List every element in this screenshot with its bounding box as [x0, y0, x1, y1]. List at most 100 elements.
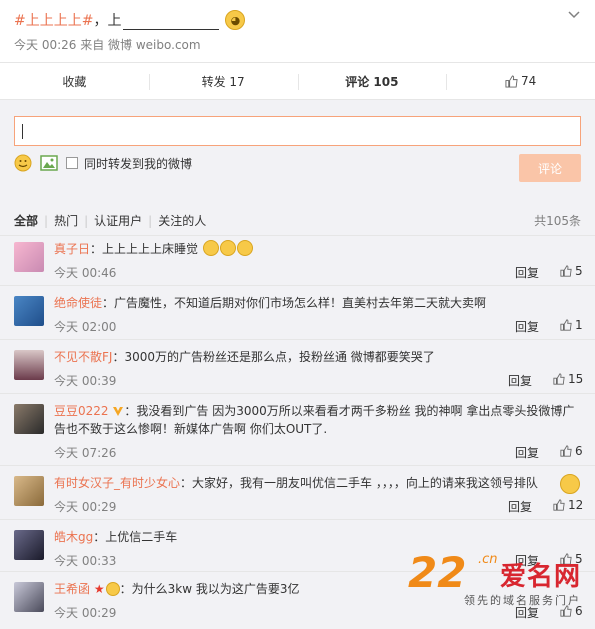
comment-content: ：为什么3kw 我以为这广告要3亿	[119, 582, 300, 596]
reply-button[interactable]: 回复	[508, 498, 532, 515]
comment-time: 今天 00:46	[54, 266, 117, 280]
comment-content: ：3000万的广告粉丝还是那么点，投粉丝通 微博都要笑哭了	[112, 350, 435, 364]
avatar[interactable]	[14, 530, 44, 560]
filter-verified[interactable]: 认证用户	[94, 212, 142, 229]
crying-emoji-icon	[219, 240, 236, 256]
post-source[interactable]: 来自 微博 weibo.com	[80, 38, 200, 52]
favorite-button[interactable]: 收藏	[0, 63, 149, 99]
watermark-number: 22	[408, 548, 467, 597]
avatar[interactable]	[14, 350, 44, 380]
comment-like-button[interactable]: 1	[560, 318, 583, 332]
filter-following[interactable]: 关注的人	[158, 212, 206, 229]
divider: |	[44, 213, 49, 228]
comment-time: 今天 00:29	[54, 500, 117, 514]
comment-like-count: 1	[575, 318, 583, 332]
comment-time: 今天 00:33	[54, 554, 117, 568]
post-meta: 今天 00:26 来自 微博 weibo.com	[14, 36, 581, 53]
vip-badge-icon	[113, 407, 124, 416]
reply-button[interactable]: 回复	[515, 318, 539, 335]
thumbs-up-icon	[560, 319, 572, 331]
post-time: 今天 00:26	[14, 38, 77, 52]
comment-like-count: 6	[575, 444, 583, 458]
filter-all[interactable]: 全部	[14, 212, 38, 229]
comment-text: 豆豆0222 ：我没看到广告 因为3000万所以来看看才两千多粉丝 我的神啊 拿…	[54, 402, 581, 438]
smile-emoji-icon	[560, 474, 580, 494]
action-bar: 收藏 转发 17 评论 105 74	[0, 62, 595, 100]
commenter-name[interactable]: 豆豆0222	[54, 404, 109, 418]
image-icon[interactable]	[40, 154, 58, 172]
watermark-cn: .cn	[478, 552, 498, 567]
divider: |	[148, 213, 153, 228]
repost-button[interactable]: 转发 17	[148, 63, 298, 99]
reply-button[interactable]: 回复	[508, 372, 532, 389]
watermark-name: 爱名网	[500, 562, 582, 592]
avatar[interactable]	[14, 582, 44, 612]
thumbs-up-icon	[553, 499, 565, 511]
avatar[interactable]	[14, 242, 44, 272]
list-item: 不见不散FJ：3000万的广告粉丝还是那么点，投粉丝通 微博都要笑哭了 今天 0…	[0, 340, 595, 394]
comment-text: 绝命使徒：广告魔性，不知道后期对你们市场怎么样！直美村去年第二天就大卖啊	[54, 294, 581, 312]
submit-comment-button[interactable]: 评论	[519, 154, 581, 182]
favorite-label: 收藏	[62, 74, 87, 89]
cat-badge-icon	[105, 582, 120, 596]
text-caret	[22, 124, 23, 139]
commenter-name[interactable]: 王希函	[54, 582, 90, 596]
comment-like-button[interactable]: 15	[553, 372, 583, 386]
list-item: 绝命使徒：广告魔性，不知道后期对你们市场怎么样！直美村去年第二天就大卖啊 今天 …	[0, 286, 595, 340]
list-item: 真子日：上上上上上床睡觉 今天 00:46 回复 5	[0, 236, 595, 286]
comment-filter-bar: 全部 | 热门 | 认证用户 | 关注的人 共105条	[0, 200, 595, 236]
commenter-name[interactable]: 皓木gg	[54, 530, 93, 544]
comment-like-button[interactable]: 12	[553, 498, 583, 512]
comment-time: 今天 00:29	[54, 606, 117, 620]
comment-composer: 同时转发到我的微博 评论	[0, 100, 595, 200]
comment-content: ：上上上上上床睡觉	[90, 242, 199, 256]
repost-label: 转发 17	[201, 74, 245, 89]
thumbs-up-icon	[560, 445, 572, 457]
thumbs-up-icon	[560, 265, 572, 277]
filter-hot[interactable]: 热门	[54, 212, 78, 229]
comment-content: ：上优信二手车	[93, 530, 178, 544]
thumbs-up-icon	[505, 74, 518, 88]
avatar[interactable]	[14, 296, 44, 326]
post-text: ，上	[93, 13, 122, 29]
filter-tabs: 全部 | 热门 | 认证用户 | 关注的人	[14, 212, 206, 229]
comment-like-count: 5	[575, 264, 583, 278]
commenter-name[interactable]: 有时女汉子_有时少女心	[54, 476, 180, 490]
comment-text: 真子日：上上上上上床睡觉	[54, 240, 581, 258]
reply-button[interactable]: 回复	[515, 264, 539, 281]
commenter-name[interactable]: 绝命使徒	[54, 296, 102, 310]
repost-checkbox[interactable]	[66, 157, 78, 169]
thumbs-up-icon	[553, 373, 565, 385]
comment-time: 今天 02:00	[54, 320, 117, 334]
comment-like-count: 12	[568, 498, 584, 512]
comment-like-button[interactable]: 6	[560, 444, 583, 458]
commenter-name[interactable]: 不见不散FJ	[54, 350, 112, 364]
comment-content: ：大家好，我有一朋友叫优信二手车 ，，，，向上的请来我这领号排队	[180, 476, 538, 490]
avatar[interactable]	[14, 404, 44, 434]
reply-button[interactable]: 回复	[515, 444, 539, 461]
topic-link[interactable]: #上上上上#	[14, 10, 93, 30]
like-button[interactable]: 74	[446, 63, 595, 99]
comment-text: 不见不散FJ：3000万的广告粉丝还是那么点，投粉丝通 微博都要笑哭了	[54, 348, 581, 366]
post-header: #上上上上# ，上 ◕ 今天 00:26 来自 微博 weibo.com	[0, 0, 595, 60]
cat-emoji-icon: ◕	[225, 10, 246, 30]
comment-label: 评论 105	[345, 74, 399, 89]
repost-checkbox-label: 同时转发到我的微博	[84, 156, 193, 171]
watermark-logo: 22 .cn 爱名网 领先的域名服务门户	[404, 548, 590, 614]
composer-tools: 同时转发到我的微博	[14, 154, 192, 172]
comment-input[interactable]	[14, 116, 581, 146]
list-item: 豆豆0222 ：我没看到广告 因为3000万所以来看看才两千多粉丝 我的神啊 拿…	[0, 394, 595, 466]
chevron-down-icon[interactable]	[567, 8, 581, 22]
post-text-line: #上上上上# ，上 ◕	[14, 6, 581, 30]
comment-time: 今天 00:39	[54, 374, 117, 388]
watermark-slogan: 领先的域名服务门户	[464, 594, 581, 607]
crying-emoji-icon	[202, 240, 219, 256]
comment-like-button[interactable]: 5	[560, 264, 583, 278]
comment-text: 有时女汉子_有时少女心：大家好，我有一朋友叫优信二手车 ，，，，向上的请来我这领…	[54, 474, 571, 492]
avatar[interactable]	[14, 476, 44, 506]
comment-tab[interactable]: 评论 105	[297, 63, 447, 99]
list-item: 有时女汉子_有时少女心：大家好，我有一朋友叫优信二手车 ，，，，向上的请来我这领…	[0, 466, 595, 520]
emoji-icon[interactable]	[14, 154, 32, 172]
comment-like-count: 15	[568, 372, 584, 386]
commenter-name[interactable]: 真子日	[54, 242, 90, 256]
